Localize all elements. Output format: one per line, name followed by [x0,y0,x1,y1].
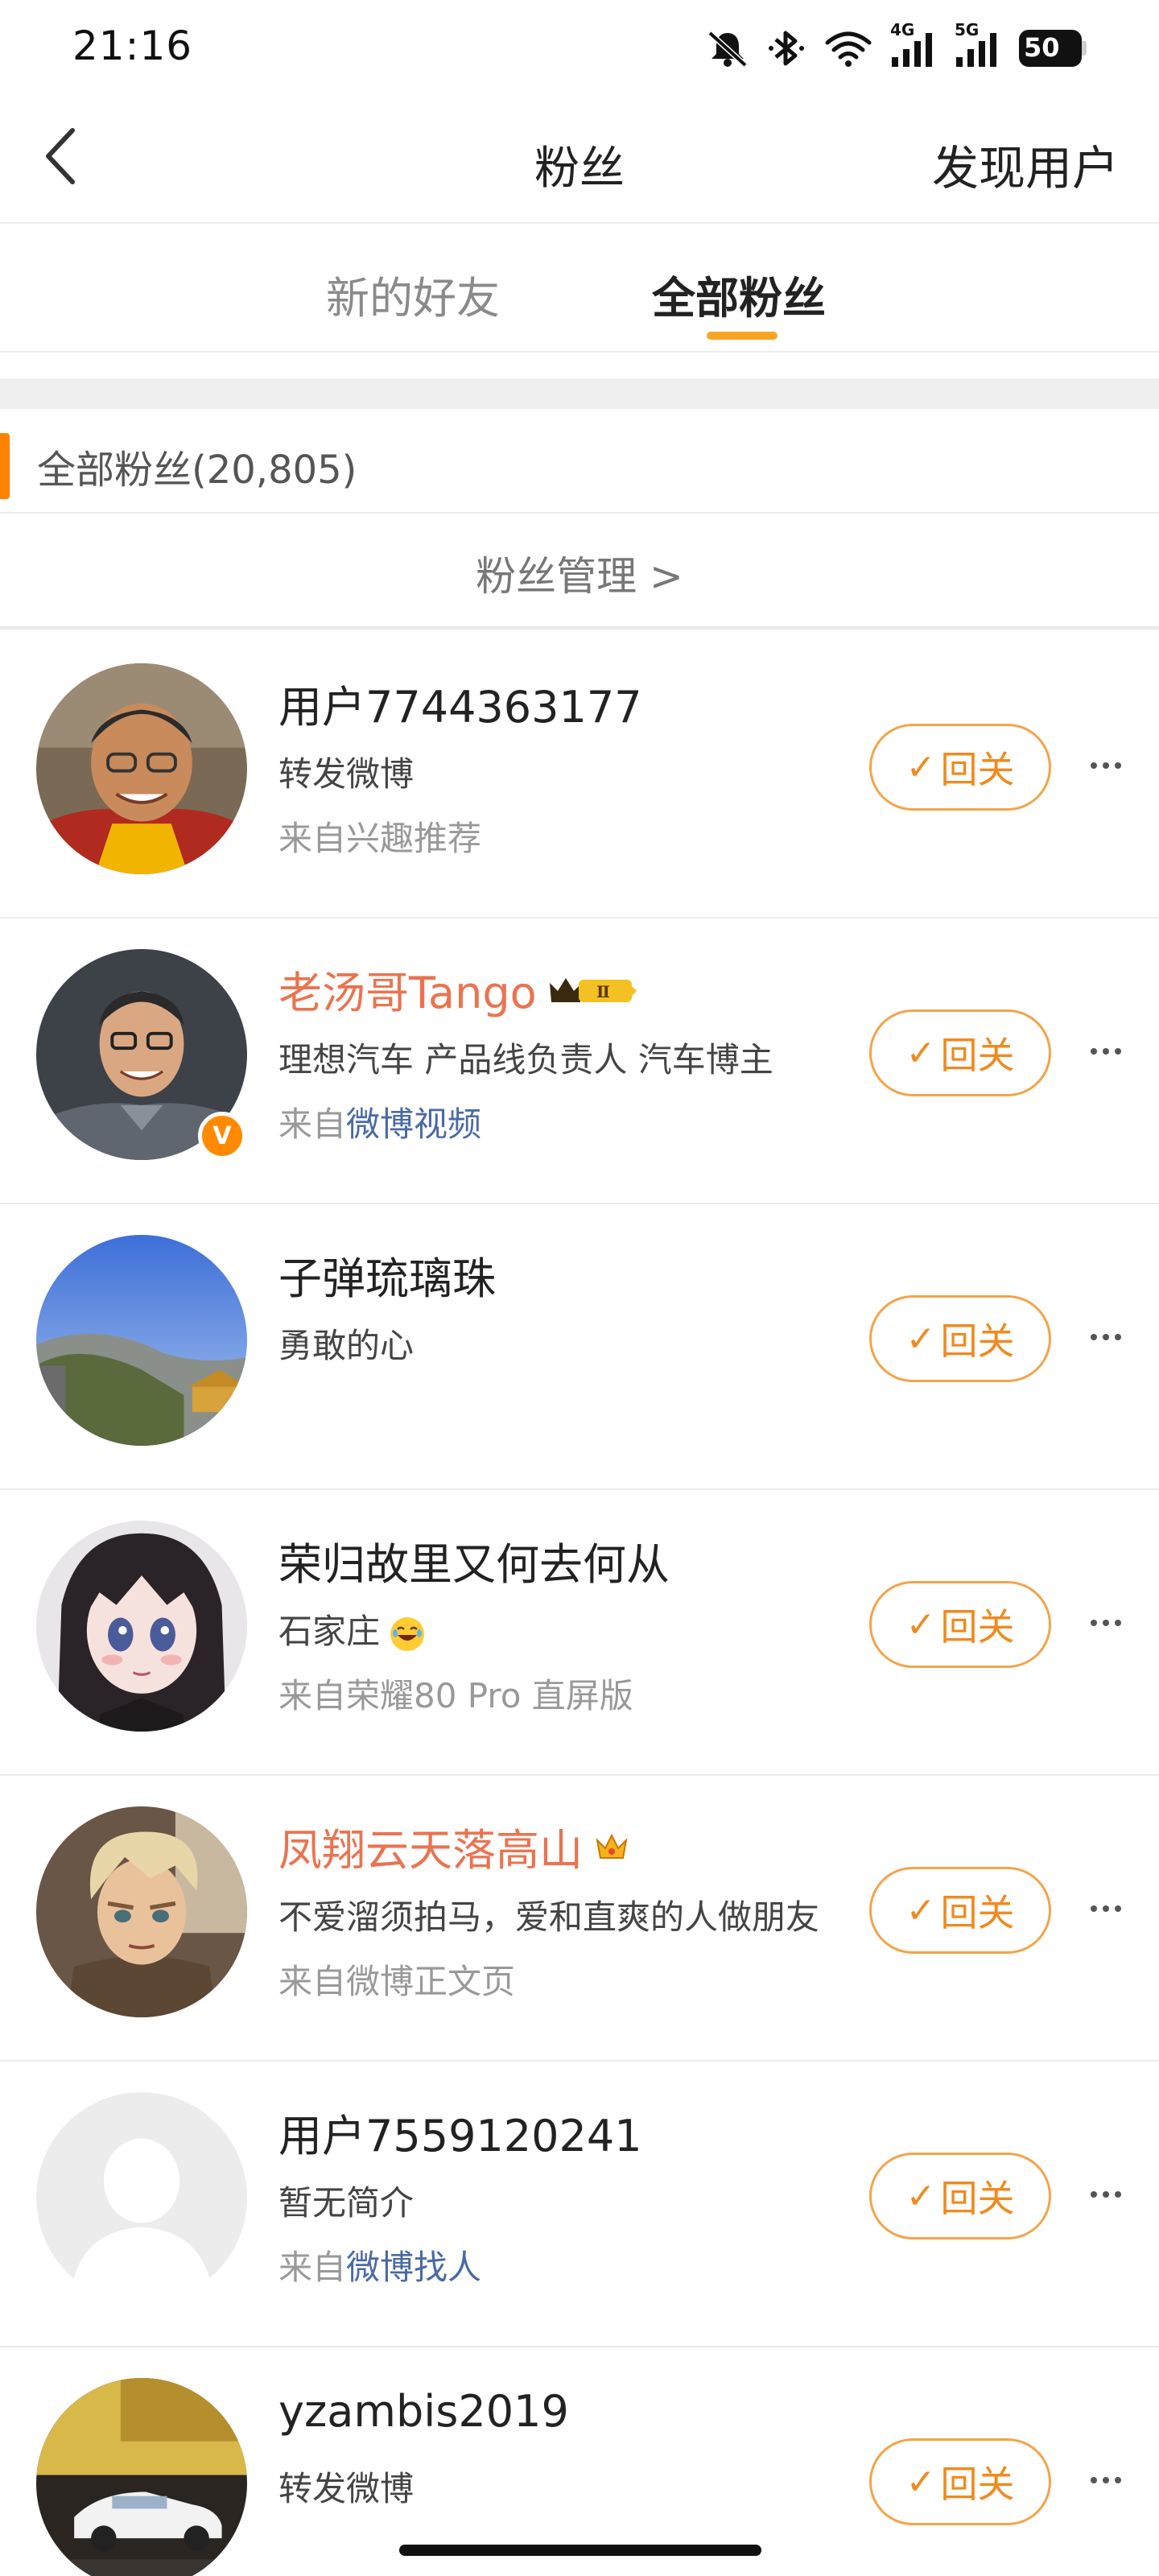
wifi-icon [824,28,872,68]
vip-crown-badge-icon: Ⅱ [548,972,638,1007]
avatar[interactable] [36,1521,247,1732]
check-icon: ✓ [905,2461,936,2503]
follow-back-button[interactable]: ✓ 回关 [869,1581,1051,1668]
user-source: 来自微博视频 [278,1104,482,1144]
check-icon: ✓ [905,2175,936,2217]
user-bio: 转发微博 [278,754,415,794]
follow-back-button[interactable]: ✓ 回关 [869,2438,1051,2525]
more-options-icon[interactable] [1083,1317,1128,1357]
svg-text:Ⅱ: Ⅱ [596,982,610,1001]
tab-new-friends[interactable]: 新的好友 [326,262,500,326]
check-icon: ✓ [905,1889,936,1931]
user-name[interactable]: 凤翔云天落高山 [278,1814,629,1878]
more-options-icon[interactable] [1083,1603,1128,1643]
check-icon: ✓ [905,746,936,788]
fan-list: 用户7744363177 转发微博 来自兴趣推荐 ✓ 回关 V 老汤哥Tango … [0,633,1159,2576]
section-title: 全部粉丝(20,805) [37,448,357,493]
list-item[interactable]: V 老汤哥Tango Ⅱ 理想汽车 产品线负责人 汽车博主 来自微博视频 ✓ 回关 [0,919,1159,1204]
avatar[interactable] [36,663,247,874]
check-icon: ✓ [905,1032,936,1074]
avatar[interactable] [36,2092,247,2303]
follow-back-button[interactable]: ✓ 回关 [869,1867,1051,1954]
user-name[interactable]: 用户7744363177 [278,671,642,735]
tab-all-fans[interactable]: 全部粉丝 [652,262,826,326]
list-item[interactable]: 荣归故里又何去何从 石家庄 来自荣耀80 Pro 直屏版 ✓ 回关 [0,1490,1159,1776]
laughing-emoji-icon [390,1616,425,1651]
fan-management-link[interactable]: 粉丝管理 > [0,515,1159,630]
more-options-icon[interactable] [1083,1889,1128,1929]
active-tab-indicator [707,332,777,340]
user-name[interactable]: 老汤哥Tango Ⅱ [278,957,638,1021]
avatar[interactable] [36,1235,247,1446]
verified-badge-icon: V [198,1112,246,1160]
more-options-icon[interactable] [1083,2174,1128,2215]
status-bar: 21:16 4G 5G 50 [0,0,1159,97]
signal-4g-icon: 4G [890,20,937,70]
more-options-icon[interactable] [1083,2460,1128,2500]
user-name[interactable]: 用户7559120241 [278,2100,642,2164]
user-source: 来自荣耀80 Pro 直屏版 [278,1676,633,1715]
check-icon: ✓ [905,1604,936,1645]
user-source: 来自兴趣推荐 [278,819,482,858]
source-link[interactable]: 微博视频 [346,1104,481,1144]
tab-bar: 新的好友 全部粉丝 [0,224,1159,353]
list-item[interactable]: 用户7744363177 转发微博 来自兴趣推荐 ✓ 回关 [0,633,1159,919]
source-link[interactable]: 微博找人 [346,2248,481,2287]
list-item[interactable]: 用户7559120241 暂无简介 来自微博找人 ✓ 回关 [0,2062,1159,2347]
battery-icon: 50 [1019,30,1087,67]
avatar[interactable] [36,2378,247,2576]
user-bio: 石家庄 [278,1604,834,1653]
home-indicator[interactable] [399,2545,761,2556]
section-header: 全部粉丝(20,805) [0,409,1159,514]
follow-back-button[interactable]: ✓ 回关 [869,1009,1051,1096]
user-source: 来自微博找人 [278,2248,482,2287]
status-icons: 4G 5G 50 [705,20,1087,72]
bluetooth-icon [768,28,806,68]
follow-back-button[interactable]: ✓ 回关 [869,2153,1051,2240]
more-options-icon[interactable] [1083,745,1128,786]
fan-management-label: 粉丝管理 > [476,553,683,600]
follow-back-button[interactable]: ✓ 回关 [869,724,1051,811]
vip-crown-icon [594,1829,629,1864]
avatar[interactable] [36,1806,247,2017]
list-item[interactable]: yzambis2019 转发微博 ✓ 回关 [0,2347,1159,2576]
section-accent-bar [0,433,10,499]
list-item[interactable]: 凤翔云天落高山 不爱溜须拍马，爱和直爽的人做朋友 来自微博正文页 ✓ 回关 [0,1776,1159,2062]
user-name[interactable]: 荣归故里又何去何从 [278,1529,670,1592]
user-source: 来自微博正文页 [278,1962,516,2001]
check-icon: ✓ [905,1318,936,1360]
mute-bell-icon [705,28,750,68]
list-item[interactable]: 子弹琉璃珠 勇敢的心 ✓ 回关 [0,1204,1159,1490]
nav-bar: 粉丝 发现用户 [0,100,1159,224]
more-options-icon[interactable] [1083,1031,1128,1071]
follow-back-button[interactable]: ✓ 回关 [869,1295,1051,1382]
user-bio: 不爱溜须拍马，爱和直爽的人做朋友 [278,1897,820,1937]
section-divider [0,378,1159,409]
user-name[interactable]: 子弹琉璃珠 [278,1243,496,1307]
status-time: 21:16 [72,23,193,69]
user-bio: 暂无简介 [278,2183,415,2223]
signal-5g-icon: 5G [955,20,1001,70]
user-bio: 理想汽车 产品线负责人 汽车博主 [278,1040,773,1080]
user-bio: 勇敢的心 [278,1326,415,1365]
user-bio: 转发微博 [278,2469,415,2508]
user-name[interactable]: yzambis2019 [278,2386,569,2437]
discover-users-button[interactable]: 发现用户 [932,130,1119,198]
